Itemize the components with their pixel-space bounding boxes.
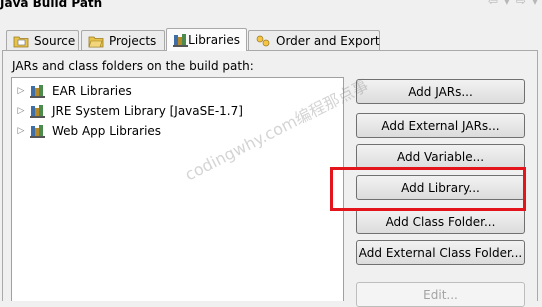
dialog-title: Java Build Path — [0, 0, 103, 10]
back-dropdown-icon[interactable]: ▾ — [504, 0, 510, 8]
library-icon — [30, 104, 46, 118]
add-variable-button[interactable]: Add Variable... — [356, 144, 525, 169]
add-library-button[interactable]: Add Library... — [356, 175, 525, 200]
history-nav: ⇦ ▾ ⇨ ▾ — [488, 0, 538, 8]
expand-arrow-icon[interactable]: ▷ — [12, 86, 30, 96]
source-folder-icon — [13, 34, 29, 48]
tree-item-ear-libraries[interactable]: ▷ EAR Libraries — [12, 81, 132, 101]
tab-label: Source — [34, 33, 76, 48]
add-class-folder-button[interactable]: Add Class Folder... — [356, 209, 525, 234]
build-path-heading: JARs and class folders on the build path… — [12, 59, 254, 73]
tab-order-and-export[interactable]: Order and Export — [248, 30, 380, 50]
library-icon — [30, 124, 46, 138]
tab-projects[interactable]: Projects — [81, 30, 165, 50]
add-external-jars-button[interactable]: Add External JARs... — [356, 113, 525, 138]
tree-item-label: JRE System Library [JavaSE-1.7] — [52, 104, 243, 118]
order-export-icon — [255, 34, 271, 48]
tree-item-web-app-libraries[interactable]: ▷ Web App Libraries — [12, 121, 161, 141]
tab-libraries[interactable]: Libraries — [166, 28, 247, 51]
tab-label: Libraries — [188, 33, 240, 47]
tree-item-jre-system-library[interactable]: ▷ JRE System Library [JavaSE-1.7] — [12, 101, 243, 121]
projects-folder-icon — [88, 34, 104, 48]
library-icon — [30, 84, 46, 98]
tree-item-label: EAR Libraries — [52, 84, 132, 98]
tab-label: Order and Export — [276, 33, 380, 48]
expand-arrow-icon[interactable]: ▷ — [12, 106, 30, 116]
forward-arrow-icon[interactable]: ⇨ — [516, 0, 526, 8]
expand-arrow-icon[interactable]: ▷ — [12, 126, 30, 136]
tab-source[interactable]: Source — [6, 30, 79, 50]
tab-label: Projects — [109, 33, 157, 48]
forward-dropdown-icon[interactable]: ▾ — [532, 0, 538, 8]
edit-button: Edit... — [356, 282, 525, 307]
tree-item-label: Web App Libraries — [52, 124, 162, 138]
add-external-class-folder-button[interactable]: Add External Class Folder... — [356, 240, 525, 265]
back-arrow-icon[interactable]: ⇦ — [488, 0, 498, 8]
libraries-icon — [173, 33, 188, 47]
library-tree[interactable]: ▷ EAR Libraries ▷ JRE System Library [Ja… — [11, 77, 344, 301]
add-jars-button[interactable]: Add JARs... — [356, 79, 525, 104]
